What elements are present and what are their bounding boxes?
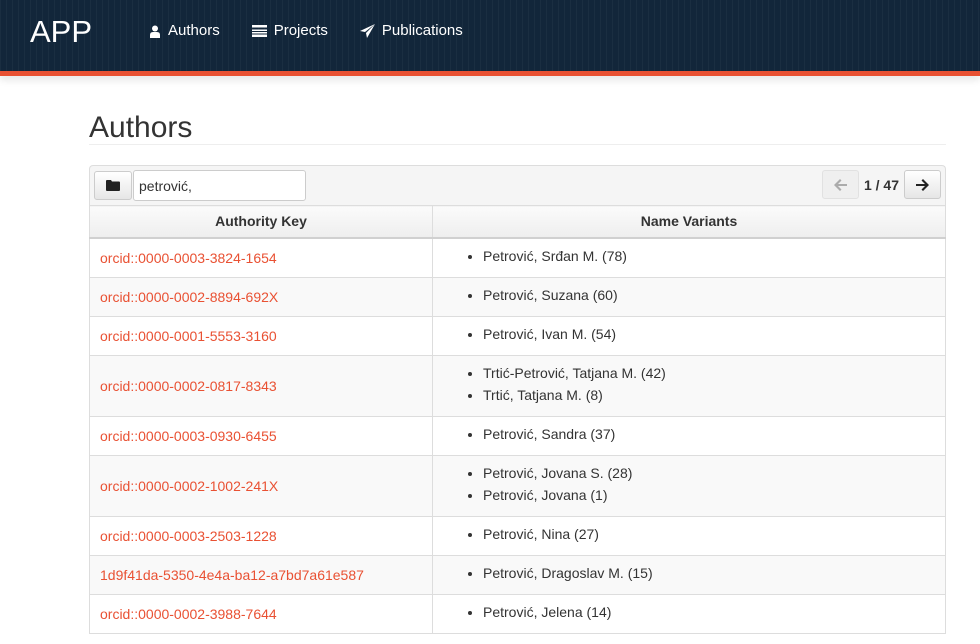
prev-page-button[interactable] [821,170,859,199]
table-toolbar: 1 / 47 [89,165,946,205]
nav-label: Projects [273,22,328,39]
authority-key-cell: orcid::0000-0003-3824-1654 [89,237,433,278]
authors-table: Authority Key Name Variants orcid::0000-… [89,205,946,634]
authority-key-link[interactable]: orcid::0000-0003-3824-1654 [100,250,277,266]
name-variants-list: Petrović, Nina (27) [433,523,945,545]
authority-key-link[interactable]: orcid::0000-0003-0930-6455 [100,428,277,444]
page-title: Authors [89,76,946,145]
authority-key-link[interactable]: orcid::0000-0002-1002-241X [100,478,278,494]
table-row: orcid::0000-0003-0930-6455 Petrović, Sand… [89,415,946,456]
name-variant-item: Petrović, Jovana (1) [483,484,945,506]
name-variants-list: Petrović, Jovana S. (28)Petrović, Jovana… [433,462,945,506]
name-variant-item: Petrović, Sandra (37) [483,423,945,445]
authority-key-link[interactable]: 1d9f41da-5350-4e4a-ba12-a7bd7a61e587 [100,567,364,583]
name-variants-cell: Petrović, Nina (27) [432,515,946,556]
name-variant-item: Petrović, Ivan M. (54) [483,323,945,345]
folder-button[interactable] [94,171,132,200]
table-row: orcid::0000-0003-3824-1654 Petrović, Srđa… [89,237,946,278]
next-page-button[interactable] [904,170,941,199]
folder-icon [106,180,120,191]
nav-item-publications[interactable]: Publications [359,21,463,41]
authority-key-link[interactable]: orcid::0000-0002-3988-7644 [100,606,277,622]
name-variant-item: Petrović, Suzana (60) [483,284,945,306]
name-variants-list: Petrović, Suzana (60) [433,284,945,306]
nav-item-authors[interactable]: Authors [149,21,220,41]
nav-label: Publications [381,22,463,39]
authority-key-cell: orcid::0000-0002-3988-7644 [89,593,433,634]
name-variants-cell: Petrović, Srđan M. (78) [432,237,946,278]
name-variant-item: Petrović, Nina (27) [483,523,945,545]
table-row: orcid::0000-0002-0817-8343 Trtić-Petrović… [89,354,946,417]
name-variants-cell: Petrović, Jovana S. (28)Petrović, Jovana… [432,454,946,517]
table-row: orcid::0000-0002-8894-692X Petrović, Suza… [89,276,946,317]
table-row: 1d9f41da-5350-4e4a-ba12-a7bd7a61e587 Petr… [89,554,946,595]
name-variants-list: Petrović, Sandra (37) [433,423,945,445]
table-row: orcid::0000-0001-5553-3160 Petrović, Ivan… [89,315,946,356]
authority-key-cell: 1d9f41da-5350-4e4a-ba12-a7bd7a61e587 [89,554,433,595]
nav-label: Authors [168,22,220,39]
authority-key-link[interactable]: orcid::0000-0001-5553-3160 [100,328,277,344]
name-variants-cell: Petrović, Sandra (37) [432,415,946,456]
name-variants-cell: Petrović, Dragoslav M. (15) [432,554,946,595]
column-header-authority-key[interactable]: Authority Key [89,205,433,239]
name-variant-item: Petrović, Jelena (14) [483,601,945,623]
name-variants-list: Petrović, Jelena (14) [433,601,945,623]
name-variants-list: Petrović, Ivan M. (54) [433,323,945,345]
table-row: orcid::0000-0003-2503-1228 Petrović, Nina… [89,515,946,556]
main-nav: Authors Projects Publications [149,21,495,41]
name-variants-list: Petrović, Srđan M. (78) [433,245,945,267]
name-variant-item: Petrović, Jovana S. (28) [483,462,945,484]
arrow-right-icon [916,178,929,191]
authority-key-cell: orcid::0000-0003-2503-1228 [89,515,433,556]
main-content: Authors 1 / 47 Authority Key Name Varian… [89,76,946,634]
paper-plane-icon [359,24,375,38]
search-input[interactable] [133,170,306,201]
brand-logo[interactable]: APP [30,14,92,50]
list-icon [251,25,267,37]
name-variant-item: Trtić, Tatjana M. (8) [483,384,945,406]
authority-key-cell: orcid::0000-0002-8894-692X [89,276,433,317]
nav-item-projects[interactable]: Projects [251,21,328,41]
column-header-name-variants[interactable]: Name Variants [432,205,946,239]
pagination: 1 / 47 [821,170,941,199]
authority-key-cell: orcid::0000-0001-5553-3160 [89,315,433,356]
table-row: orcid::0000-0002-3988-7644 Petrović, Jele… [89,593,946,634]
name-variants-list: Petrović, Dragoslav M. (15) [433,562,945,584]
name-variant-item: Petrović, Srđan M. (78) [483,245,945,267]
name-variants-cell: Petrović, Jelena (14) [432,593,946,634]
authority-key-cell: orcid::0000-0002-0817-8343 [89,354,433,417]
authority-key-cell: orcid::0000-0003-0930-6455 [89,415,433,456]
authority-key-link[interactable]: orcid::0000-0003-2503-1228 [100,528,277,544]
authority-key-cell: orcid::0000-0002-1002-241X [89,454,433,517]
authority-key-link[interactable]: orcid::0000-0002-0817-8343 [100,378,277,394]
name-variant-item: Petrović, Dragoslav M. (15) [483,562,945,584]
name-variants-list: Trtić-Petrović, Tatjana M. (42)Trtić, Ta… [433,362,945,406]
name-variant-item: Trtić-Petrović, Tatjana M. (42) [483,362,945,384]
table-header-row: Authority Key Name Variants [89,205,946,239]
name-variants-cell: Petrović, Suzana (60) [432,276,946,317]
page-indicator: 1 / 47 [863,176,899,193]
name-variants-cell: Petrović, Ivan M. (54) [432,315,946,356]
arrow-left-icon [833,178,847,191]
navbar: APP Authors Projects Publications [0,0,980,71]
user-icon [150,25,160,38]
name-variants-cell: Trtić-Petrović, Tatjana M. (42)Trtić, Ta… [432,354,946,417]
table-row: orcid::0000-0002-1002-241X Petrović, Jova… [89,454,946,517]
authority-key-link[interactable]: orcid::0000-0002-8894-692X [100,289,278,305]
